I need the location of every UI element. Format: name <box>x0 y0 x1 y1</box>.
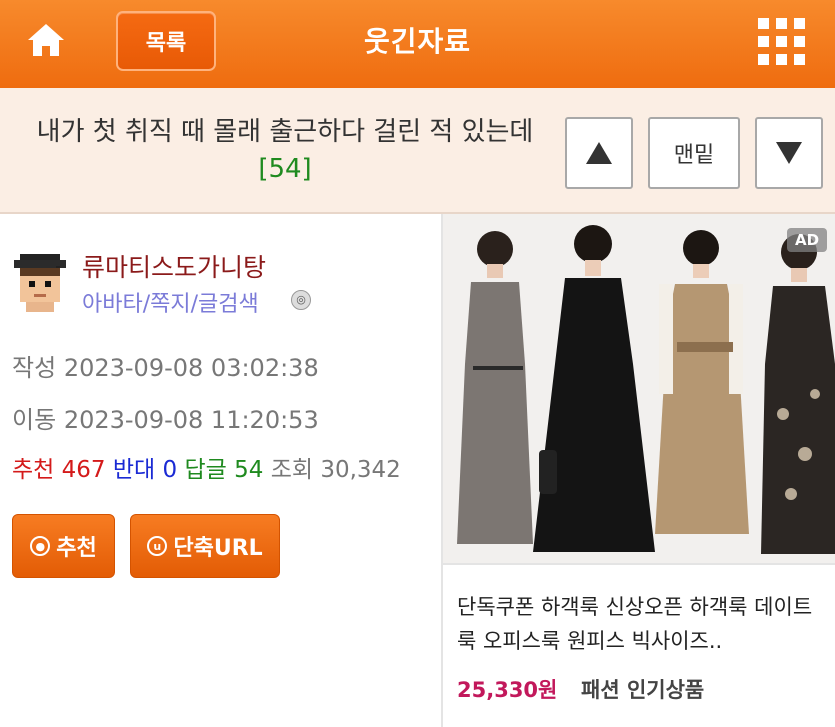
ad-badge: AD <box>787 228 827 252</box>
grid-menu-icon <box>758 18 805 65</box>
reply-count: [54] <box>258 154 312 184</box>
ad-description[interactable]: 단독쿠폰 하객룩 신상오픈 하객룩 데이트룩 오피스룩 원피스 빅사이즈.. <box>457 590 827 658</box>
short-url-icon: u <box>147 536 168 556</box>
board-title: 웃긴자료 <box>363 25 472 58</box>
views-stat-label: 조회 <box>270 457 314 483</box>
moved-value: 2023-09-08 11:20:53 <box>63 406 319 434</box>
created-label: 작성 <box>12 354 57 382</box>
scroll-bottom-button[interactable]: 맨밑 <box>648 117 740 189</box>
reply-stat-value: 54 <box>234 457 264 483</box>
moved-label: 이동 <box>12 406 57 434</box>
post-title-text: 내가 첫 취직 때 몰래 출근하다 걸린 적 있는데 <box>36 117 534 147</box>
arrow-down-icon <box>776 142 802 164</box>
post-title: 내가 첫 취직 때 몰래 출근하다 걸린 적 있는데 [54] <box>10 114 560 188</box>
recommend-button[interactable]: ● 추천 <box>12 514 115 578</box>
oppose-stat-label: 반대 <box>112 457 156 483</box>
ad-product-image[interactable] <box>443 214 835 563</box>
scroll-up-button[interactable] <box>565 117 633 189</box>
reply-stat-label: 답글 <box>184 457 227 483</box>
recommend-stat-label: 추천 <box>12 457 55 483</box>
recommend-button-label: 추천 <box>56 536 97 561</box>
ad-panel[interactable]: AD 단독쿠폰 하객룩 신상오픈 하객룩 데이트룩 오피스룩 원피스 빅사이즈.… <box>443 214 835 727</box>
short-url-button-label: 단축URL <box>173 536 263 561</box>
member-badge-icon: ◎ <box>291 290 311 310</box>
avatar-icon[interactable] <box>12 254 68 312</box>
created-time: 작성 2023-09-08 03:02:38 <box>12 348 319 383</box>
short-url-button[interactable]: u 단축URL <box>130 514 280 578</box>
scroll-down-button[interactable] <box>755 117 823 189</box>
moved-time: 이동 2023-09-08 11:20:53 <box>12 400 319 435</box>
oppose-stat-value: 0 <box>162 457 178 483</box>
created-value: 2023-09-08 03:02:38 <box>63 354 319 382</box>
author-name[interactable]: 류마티스도가니탕 <box>82 248 266 284</box>
author-links[interactable]: 아바타/쪽지/글검색 <box>82 286 259 318</box>
recommend-icon: ● <box>30 536 51 556</box>
ad-divider <box>443 563 835 565</box>
grid-menu-button[interactable] <box>758 18 806 66</box>
recommend-stat-value: 467 <box>61 457 106 483</box>
post-stats: 추천 467 반대 0 답글 54 조회 30,342 <box>12 450 401 484</box>
ad-category: 패션 인기상품 <box>581 678 705 702</box>
ad-price: 25,330원 <box>457 678 558 702</box>
top-header: 목록 웃긴자료 <box>0 0 835 88</box>
views-stat-value: 30,342 <box>320 457 401 483</box>
arrow-up-icon <box>586 142 612 164</box>
post-info-panel: 류마티스도가니탕 아바타/쪽지/글검색 ◎ 작성 2023-09-08 03:0… <box>0 214 443 727</box>
